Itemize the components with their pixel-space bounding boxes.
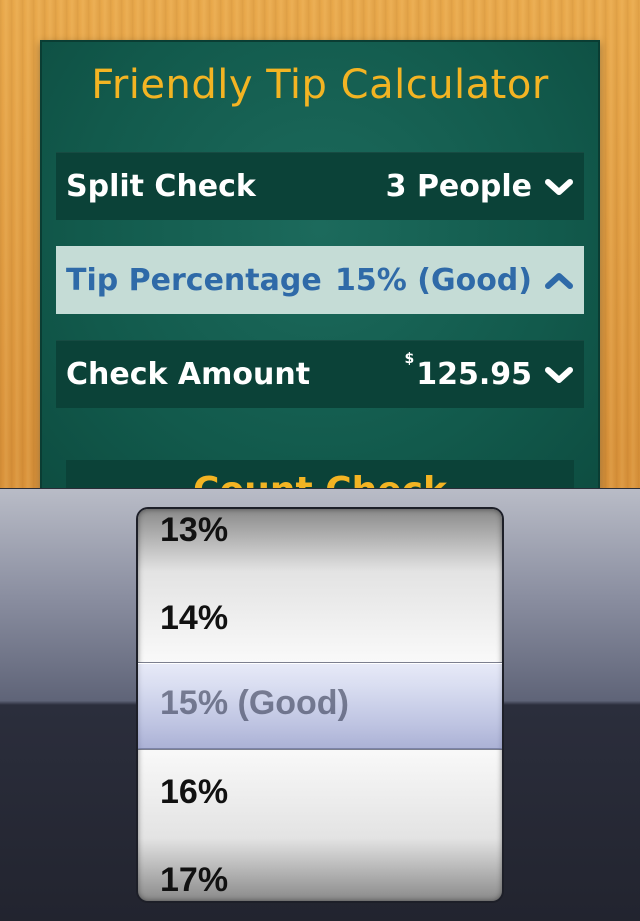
picker-selected-item: 15% (Good) xyxy=(160,684,349,722)
currency-symbol: $ xyxy=(404,351,415,367)
app-title: Friendly Tip Calculator xyxy=(91,62,549,108)
picker-selection-bar[interactable]: 15% (Good) xyxy=(138,663,502,749)
picker-item[interactable]: 14% xyxy=(160,599,228,638)
picker-sheet: 13% 14% 16% 17% 15% (Good) xyxy=(0,488,640,921)
split-check-row[interactable]: Split Check 3 People xyxy=(56,152,584,220)
chevron-down-icon xyxy=(545,178,573,195)
tip-percentage-row[interactable]: Tip Percentage 15% (Good) xyxy=(56,246,584,314)
check-amount-display: $125.95 xyxy=(404,351,532,392)
tip-percentage-picker[interactable]: 13% 14% 16% 17% 15% (Good) xyxy=(138,509,502,901)
split-check-label: Split Check xyxy=(66,169,256,204)
tip-percentage-label: Tip Percentage xyxy=(66,263,322,298)
picker-item[interactable]: 13% xyxy=(160,511,228,550)
picker-item[interactable]: 16% xyxy=(160,773,228,812)
check-amount-label: Check Amount xyxy=(66,357,311,392)
tip-percentage-value: 15% (Good) xyxy=(335,263,532,298)
chevron-down-icon xyxy=(545,366,573,383)
picker-item[interactable]: 17% xyxy=(160,861,228,900)
check-amount-value: 125.95 xyxy=(416,357,532,392)
chalkboard-panel: Friendly Tip Calculator Split Check 3 Pe… xyxy=(40,40,600,511)
split-check-value: 3 People xyxy=(385,169,532,204)
chevron-up-icon xyxy=(545,272,573,289)
check-amount-row[interactable]: Check Amount $125.95 xyxy=(56,340,584,408)
